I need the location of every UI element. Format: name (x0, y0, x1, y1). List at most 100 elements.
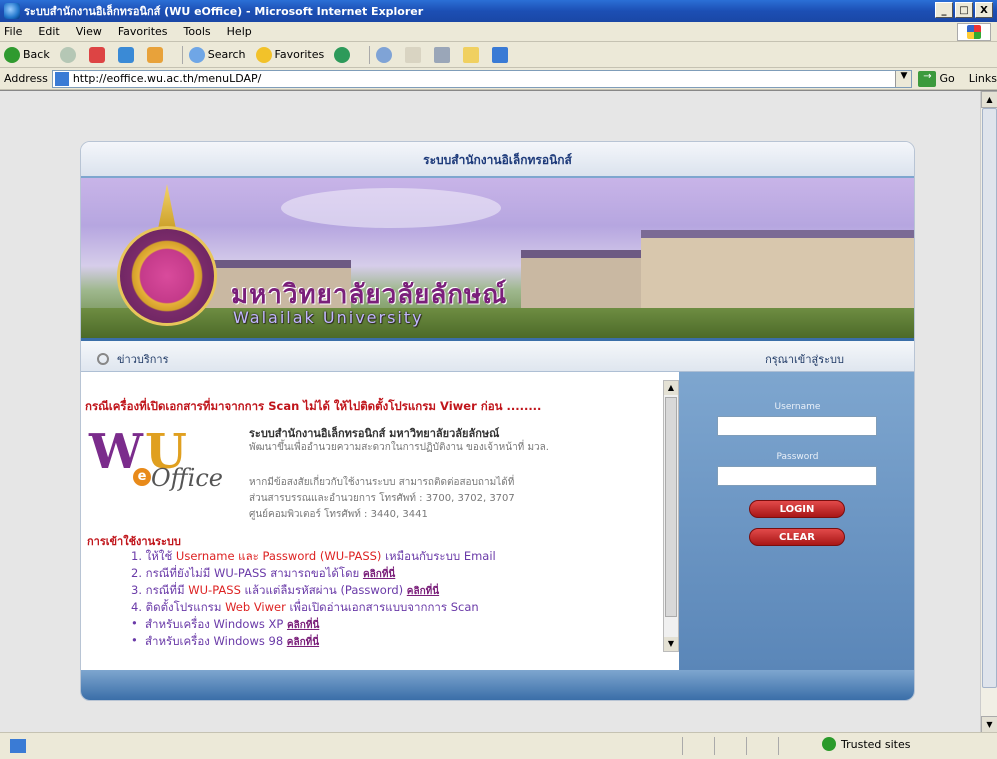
security-zone: Trusted sites (822, 737, 911, 751)
menu-file[interactable]: File (4, 25, 22, 38)
scroll-down-icon[interactable]: ▼ (981, 716, 997, 733)
download-98-link[interactable]: คลิกที่นี่ (287, 637, 319, 648)
status-cell (778, 737, 810, 755)
contact-line: หากมีข้อสงสัยเกี่ยวกับใช้งานระบบ สามารถต… (249, 477, 515, 488)
howto-steps: 1. ให้ใช้ Username และ Password (WU-PASS… (131, 548, 651, 650)
step-text: สำหรับเครื่อง Windows XP (145, 617, 287, 631)
forward-arrow-icon (59, 46, 76, 63)
username-label: Username (774, 402, 821, 412)
news-heading: ข่าวบริการ (97, 350, 169, 368)
page-scrollbar[interactable]: ▲ ▼ (980, 91, 997, 733)
chevron-down-icon[interactable]: ▼ (895, 70, 912, 87)
toolbar-separator (181, 45, 183, 64)
username-field[interactable] (717, 416, 877, 436)
login-button[interactable]: LOGIN (749, 500, 845, 518)
news-panel: กรณีเครื่องที่เปิดเอกสารที่มาจากการ Scan… (81, 372, 679, 672)
step-text: แล้วแต่ลืมรหัสผ่าน (Password) (240, 583, 407, 597)
scroll-down-icon[interactable]: ▼ (664, 637, 678, 651)
login-panel: Username Password LOGIN CLEAR (679, 372, 914, 672)
register-link[interactable]: คลิกที่นี่ (363, 569, 395, 580)
list-item: 2. กรณีที่ยังไม่มี WU-PASS สามารถขอได้โด… (131, 565, 651, 582)
stop-icon (88, 46, 105, 63)
printer-icon (434, 46, 451, 63)
back-label: Back (23, 48, 50, 61)
scroll-thumb[interactable] (982, 108, 997, 688)
ie-icon (4, 3, 20, 19)
media-button[interactable] (334, 46, 353, 63)
stop-button[interactable] (88, 46, 108, 63)
download-xp-link[interactable]: คลิกที่นี่ (287, 620, 319, 631)
windows-logo-icon (957, 23, 991, 41)
go-arrow-icon: → (918, 70, 937, 87)
window-title: ระบบสำนักงานอิเล็กทรอนิกส์ (WU eOffice) … (24, 5, 424, 18)
building-image (641, 230, 914, 310)
address-url: http://eoffice.wu.ac.th/menuLDAP/ (72, 72, 262, 85)
news-headline[interactable]: กรณีเครื่องที่เปิดเอกสารที่มาจากการ Scan… (85, 398, 541, 416)
page-icon (54, 71, 69, 86)
links-button[interactable]: Links (969, 72, 997, 85)
password-label: Password (776, 452, 819, 462)
address-label: Address (4, 72, 48, 85)
step-highlight: WU-PASS (188, 583, 241, 597)
menu-favorites[interactable]: Favorites (118, 25, 168, 38)
system-subtitle: พัฒนาขึ้นเพื่ออำนวยความสะดวกในการปฏิบัติ… (249, 442, 549, 453)
messenger-button[interactable] (492, 46, 511, 63)
frame-footer (81, 670, 914, 700)
back-button[interactable]: Back (4, 46, 50, 63)
maximize-button[interactable]: □ (955, 2, 973, 18)
page-status-icon (10, 739, 26, 753)
window-titlebar: ระบบสำนักงานอิเล็กทรอนิกส์ (WU eOffice) … (0, 0, 997, 22)
close-button[interactable]: X (975, 2, 993, 18)
zone-label: Trusted sites (841, 737, 911, 751)
status-cell (714, 737, 746, 755)
forward-button[interactable] (59, 46, 79, 63)
step-text: เพื่อเปิดอ่านเอกสารแบบจากการ Scan (285, 600, 479, 614)
search-button[interactable]: Search (188, 46, 246, 63)
login-heading: กรุณาเข้าสู่ระบบ (765, 353, 844, 366)
step-highlight: Web Viwer (225, 600, 286, 614)
step-text: สำหรับเครื่อง Windows 98 (145, 634, 287, 648)
reset-password-link[interactable]: คลิกที่นี่ (407, 586, 439, 597)
clear-button[interactable]: CLEAR (749, 528, 845, 546)
go-button[interactable]: → Go (918, 70, 955, 87)
home-button[interactable] (146, 46, 166, 63)
cloud-decoration (281, 188, 501, 228)
browser-viewport: ระบบสำนักงานอิเล็กทรอนิกส์ มหาวิทยาลัยวล… (0, 90, 997, 733)
list-item: 3. กรณีที่มี WU-PASS แล้วแต่ลืมรหัสผ่าน … (131, 582, 651, 599)
favorites-label: Favorites (274, 48, 325, 61)
refresh-button[interactable] (117, 46, 137, 63)
contact-line: ส่วนสารบรรณและอำนวยการ โทรศัพท์ : 3700, … (249, 493, 515, 504)
step-text: 2. กรณีที่ยังไม่มี WU-PASS สามารถขอได้โด… (131, 566, 363, 580)
password-field[interactable] (717, 466, 877, 486)
address-bar: Address http://eoffice.wu.ac.th/menuLDAP… (0, 68, 997, 90)
logo-e: e (133, 468, 151, 486)
scroll-up-icon[interactable]: ▲ (981, 91, 997, 108)
university-banner: มหาวิทยาลัยวลัยลักษณ์ Walailak Universit… (81, 178, 914, 338)
contact-line: ศูนย์คอมพิวเตอร์ โทรศัพท์ : 3440, 3441 (249, 509, 428, 520)
scroll-thumb[interactable] (665, 397, 677, 617)
media-icon (334, 46, 351, 63)
news-scrollbar[interactable]: ▲ ▼ (663, 380, 679, 652)
logo-office: Office (151, 464, 223, 492)
step-text: 4. ติดตั้งโปรแกรม (131, 600, 226, 614)
print-button[interactable] (434, 46, 453, 63)
menu-bar: File Edit View Favorites Tools Help (0, 22, 997, 42)
main-content: กรณีเครื่องที่เปิดเอกสารที่มาจากการ Scan… (81, 372, 914, 672)
history-button[interactable] (376, 46, 395, 63)
status-bar: Trusted sites (0, 732, 997, 759)
history-icon (376, 46, 393, 63)
go-label: Go (939, 72, 955, 85)
edit-button[interactable] (463, 46, 482, 63)
mail-button[interactable] (405, 46, 424, 63)
menu-tools[interactable]: Tools (184, 25, 211, 38)
address-input[interactable]: http://eoffice.wu.ac.th/menuLDAP/ ▼ (51, 69, 913, 88)
wu-eoffice-logo: W U Office e (89, 424, 229, 494)
minimize-button[interactable]: _ (935, 2, 953, 18)
menu-view[interactable]: View (76, 25, 102, 38)
university-name-english: Walailak University (233, 308, 424, 327)
step-text: เหมือนกับระบบ Email (381, 549, 496, 563)
favorites-button[interactable]: Favorites (255, 46, 325, 63)
menu-help[interactable]: Help (227, 25, 252, 38)
menu-edit[interactable]: Edit (38, 25, 59, 38)
scroll-up-icon[interactable]: ▲ (664, 381, 678, 395)
